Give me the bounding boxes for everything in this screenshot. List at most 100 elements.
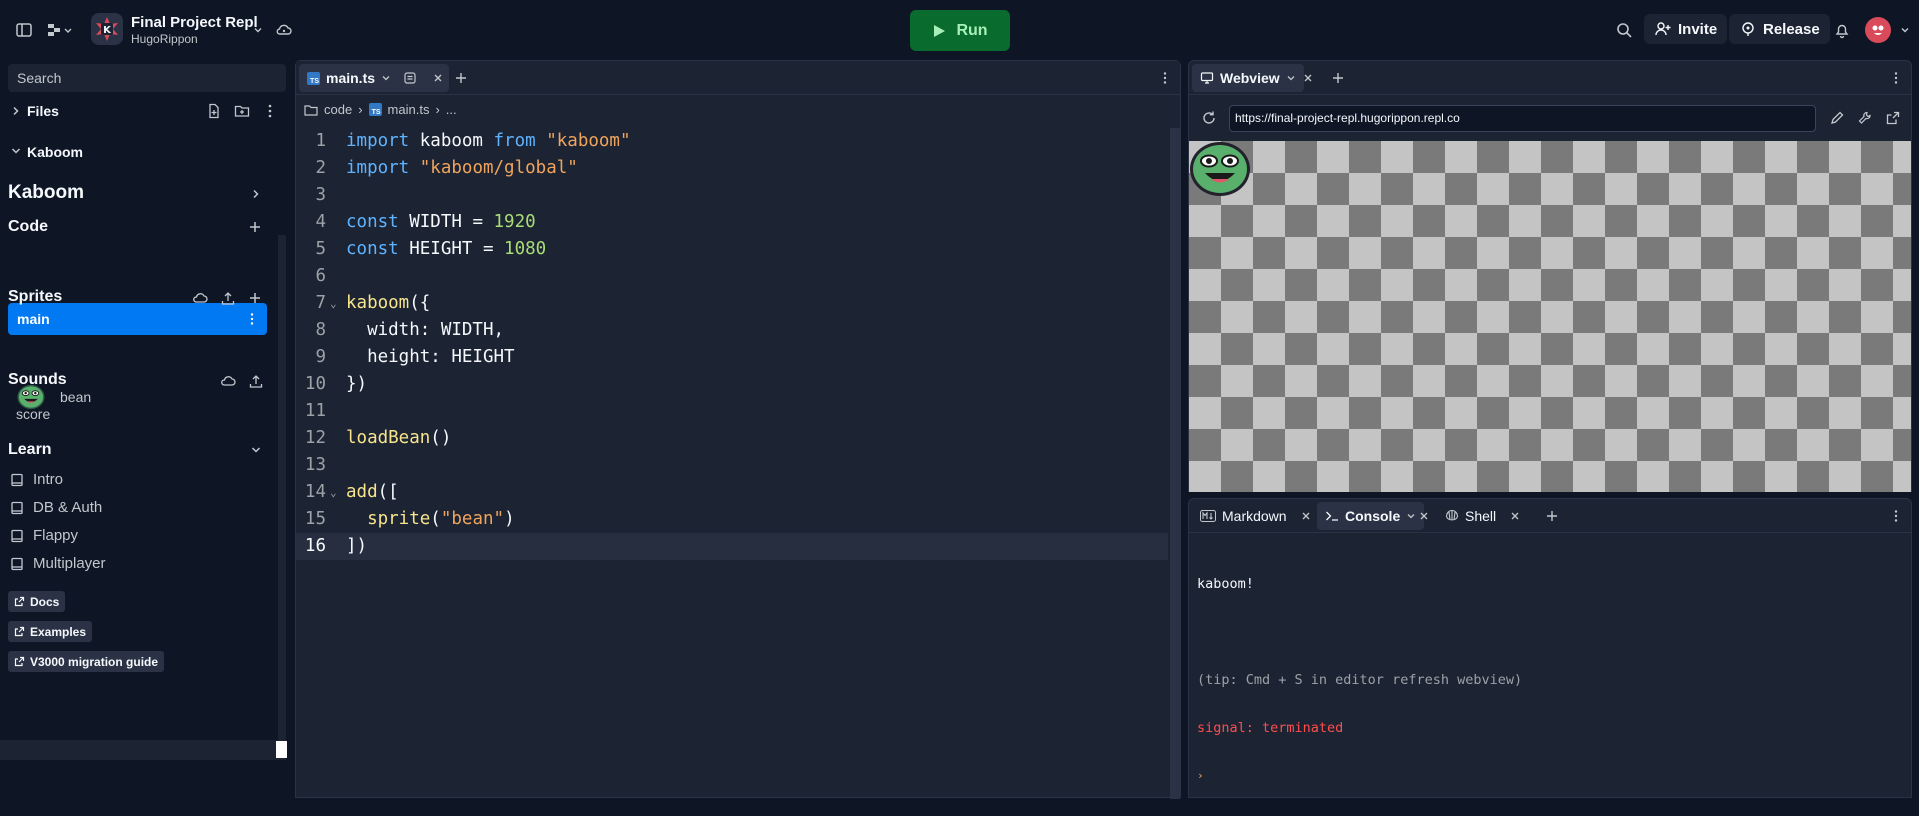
devtools-wrench-icon[interactable] (1857, 110, 1873, 126)
more-vertical-icon[interactable] (262, 103, 278, 119)
breadcrumb-item[interactable]: main.ts (388, 102, 430, 117)
tab-shell[interactable]: Shell (1437, 502, 1528, 530)
line-number: 12 (304, 428, 326, 448)
release-button[interactable]: Release (1729, 14, 1830, 44)
examples-link-label: Examples (30, 624, 87, 639)
add-icon[interactable] (248, 220, 262, 234)
chevron-right-icon[interactable] (250, 188, 262, 200)
learn-item-db-auth[interactable]: DB & Auth (10, 499, 102, 516)
chevron-down-icon[interactable] (381, 73, 391, 83)
tab-webview[interactable]: Webview (1192, 64, 1304, 92)
new-folder-icon[interactable] (234, 103, 250, 119)
code-line-active: 16]) (296, 533, 1168, 560)
fold-chevron-icon[interactable]: ⌄ (330, 479, 337, 506)
close-icon[interactable] (1419, 511, 1429, 521)
open-in-new-tab-icon[interactable] (1885, 110, 1901, 126)
upload-icon[interactable] (248, 373, 264, 389)
webview-pane: Webview https://final-project-repl.hugor… (1188, 60, 1912, 492)
add-user-icon (1655, 22, 1671, 36)
add-tab-icon[interactable] (1331, 71, 1345, 85)
add-tab-icon[interactable] (1545, 509, 1559, 523)
chevron-down-icon[interactable] (250, 444, 262, 456)
cloud-icon[interactable] (220, 373, 236, 389)
tab-markdown[interactable]: Markdown (1192, 502, 1319, 530)
code-line: 15 sprite("bean") (296, 506, 1168, 533)
line-number: 9 (315, 347, 326, 367)
cloud-sync-icon[interactable] (272, 18, 296, 42)
breadcrumb-item[interactable]: ... (446, 102, 457, 117)
cloud-icon[interactable] (192, 290, 208, 306)
breadcrumb-item[interactable]: code (324, 102, 352, 117)
sidebar-toggle-icon[interactable] (12, 18, 36, 42)
fold-chevron-icon[interactable]: ⌄ (330, 290, 337, 317)
external-link-icon (14, 626, 25, 637)
chevron-right-icon (13, 106, 19, 116)
close-icon[interactable] (1303, 73, 1313, 83)
avatar[interactable] (1865, 17, 1891, 43)
chevron-down-icon[interactable] (1286, 73, 1296, 83)
scrollbar-thumb[interactable] (276, 741, 287, 758)
search-input[interactable]: Search (8, 64, 286, 92)
line-number: 3 (315, 185, 326, 205)
code-line: 12 loadBean() (296, 425, 1168, 452)
refresh-icon[interactable] (1201, 110, 1217, 126)
code-line: 13 (296, 452, 1168, 479)
learn-item-intro[interactable]: Intro (10, 471, 63, 488)
kaboom-section-header[interactable]: Kaboom (0, 137, 286, 165)
pane-resize-handle[interactable] (1183, 60, 1187, 798)
invite-button[interactable]: Invite (1644, 14, 1728, 44)
close-icon[interactable] (433, 73, 443, 83)
sidebar-scrollbar[interactable] (278, 235, 286, 740)
more-vertical-icon[interactable] (1889, 71, 1903, 85)
replit-menu-icon[interactable] (44, 18, 76, 42)
migration-guide-link[interactable]: V3000 migration guide (8, 651, 165, 672)
line-number: 1 (315, 131, 326, 151)
bell-icon[interactable] (1830, 18, 1854, 42)
files-label: Files (27, 103, 59, 119)
upload-icon[interactable] (220, 290, 236, 306)
new-file-icon[interactable] (206, 103, 222, 119)
code-line: 14 ⌄ add([ (296, 479, 1168, 506)
edit-icon[interactable] (1829, 110, 1845, 126)
docs-link[interactable]: Docs (8, 591, 66, 612)
sound-item[interactable]: score (16, 406, 50, 422)
examples-link[interactable]: Examples (8, 621, 93, 642)
tab-main-ts[interactable]: TS main.ts (299, 64, 449, 92)
line-number: 8 (315, 320, 326, 340)
learn-item-multiplayer[interactable]: Multiplayer (10, 555, 106, 572)
line-number: 11 (304, 401, 326, 421)
url-input[interactable]: https://final-project-repl.hugorippon.re… (1229, 105, 1816, 132)
game-canvas[interactable] (1189, 141, 1911, 492)
chevron-down-icon (11, 148, 21, 154)
release-label: Release (1763, 20, 1820, 38)
learn-item-flappy[interactable]: Flappy (10, 527, 78, 544)
more-vertical-icon[interactable] (1158, 71, 1172, 85)
add-icon[interactable] (248, 291, 262, 305)
project-logo-icon[interactable]: K (91, 13, 123, 45)
code-line: 8 width: WIDTH, (296, 317, 1168, 344)
code-item-main[interactable]: main (8, 303, 267, 335)
console-output[interactable]: kaboom! (tip: Cmd + S in editor refresh … (1197, 544, 1522, 816)
external-link-icon (14, 596, 25, 607)
chevron-down-icon[interactable] (1406, 511, 1416, 521)
more-vertical-icon[interactable] (1889, 509, 1903, 523)
chevron-down-icon[interactable] (246, 18, 270, 42)
chevron-down-icon[interactable] (1893, 18, 1917, 42)
breadcrumb: code › TS main.ts › ... (304, 102, 457, 117)
editor-scrollbar[interactable] (1170, 128, 1180, 799)
more-vertical-icon[interactable] (245, 312, 259, 326)
sidebar-horizontal-scrollbar[interactable] (0, 740, 286, 760)
close-icon[interactable] (1301, 511, 1311, 521)
typescript-file-icon: TS (368, 103, 382, 116)
line-number: 4 (315, 212, 326, 232)
tab-console[interactable]: Console (1317, 502, 1425, 530)
add-tab-icon[interactable] (454, 71, 468, 85)
code-area[interactable]: 1 import kaboom from "kaboom" 2 import "ka… (296, 128, 1168, 560)
run-button[interactable]: Run (910, 10, 1010, 51)
file-outline-icon[interactable] (403, 71, 417, 85)
search-icon[interactable] (1612, 18, 1636, 42)
close-icon[interactable] (1510, 511, 1520, 521)
sprite-name: bean (60, 389, 92, 405)
project-name[interactable]: Final Project Repl (131, 14, 258, 31)
files-section-header[interactable]: Files (0, 97, 286, 125)
